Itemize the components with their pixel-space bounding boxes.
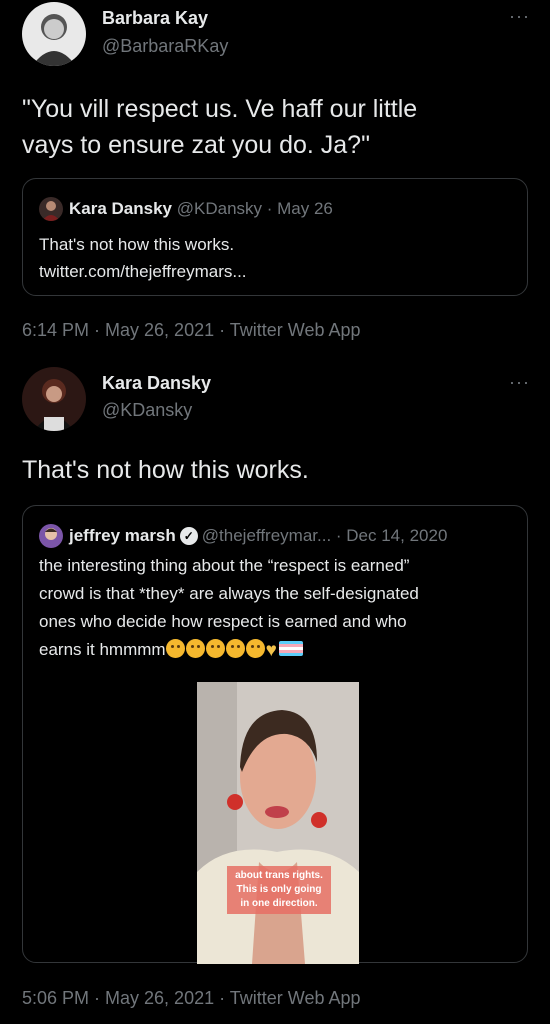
video-caption-line: in one direction. bbox=[240, 898, 318, 909]
quoted-text-line: That's not how this works. bbox=[39, 235, 235, 254]
thinking-face-emoji-icon bbox=[205, 639, 225, 658]
verified-badge-icon: ✓ bbox=[179, 527, 198, 545]
video-caption-line: This is only going bbox=[236, 884, 322, 895]
quoted-tweet[interactable]: jeffrey marsh ✓ @thejeffreymar... · Dec 14… bbox=[22, 505, 528, 964]
transgender-flag-emoji-icon bbox=[278, 641, 303, 656]
quoted-text-line: the interesting thing about the “respect… bbox=[39, 556, 410, 575]
tweet-text: That's not how this works. bbox=[22, 456, 309, 484]
video-caption-line: about trans rights. bbox=[235, 870, 323, 881]
quoted-author-name: Kara Dansky bbox=[69, 199, 173, 218]
quoted-tweet[interactable]: Kara Dansky @KDansky · May 26 That's not… bbox=[22, 178, 528, 296]
author-handle[interactable]: @BarbaraRKay bbox=[102, 36, 228, 57]
quoted-link[interactable]: twitter.com/thejeffreymars... bbox=[39, 258, 247, 285]
video-caption: about trans rights. This is only going i… bbox=[227, 866, 331, 914]
thinking-face-emoji-icon bbox=[245, 639, 265, 658]
video-thumbnail[interactable]: about trans rights. This is only going i… bbox=[197, 682, 359, 964]
avatar bbox=[39, 524, 63, 548]
quoted-author-meta: @thejeffreymar... · Dec 14, 2020 bbox=[201, 526, 448, 545]
tweet-text: "You vill respect us. Ve haff our little… bbox=[22, 91, 532, 163]
quoted-tweet-header: Kara Dansky @KDansky · May 26 bbox=[39, 197, 333, 221]
quoted-tweet-text: the interesting thing about the “respect… bbox=[39, 552, 419, 665]
quoted-tweet-text: That's not how this works. twitter.com/t… bbox=[39, 231, 247, 285]
more-options-icon[interactable]: ··· bbox=[509, 6, 530, 27]
quoted-tweet-header: jeffrey marsh ✓ @thejeffreymar... · Dec 14… bbox=[39, 524, 447, 548]
quoted-text-line-4: earns it hmmmm ♥ bbox=[39, 636, 419, 665]
tweet-barbara-kay: Barbara Kay @BarbaraRKay ··· "You vill r… bbox=[0, 0, 550, 360]
yellow-heart-emoji-icon: ♥ bbox=[265, 640, 277, 661]
avatar[interactable] bbox=[22, 2, 86, 66]
avatar bbox=[39, 197, 63, 221]
quoted-text-line: earns it hmmmm bbox=[39, 640, 166, 659]
author-name[interactable]: Kara Dansky bbox=[102, 373, 211, 394]
quoted-text-line: crowd is that *they* are always the self… bbox=[39, 584, 419, 603]
thinking-face-emoji-icon bbox=[225, 639, 245, 658]
tweet-timestamp[interactable]: 5:06 PM · May 26, 2021 · Twitter Web App bbox=[22, 988, 361, 1009]
tweet-text-line: vays to ensure zat you do. Ja?" bbox=[22, 131, 370, 159]
more-options-icon[interactable]: ··· bbox=[509, 372, 530, 393]
author-handle[interactable]: @KDansky bbox=[102, 400, 192, 421]
quoted-author-name: jeffrey marsh bbox=[69, 526, 176, 545]
thinking-face-emoji-icon bbox=[185, 639, 205, 658]
tweet-timestamp[interactable]: 6:14 PM · May 26, 2021 · Twitter Web App bbox=[22, 320, 361, 341]
thinking-face-emoji-icon bbox=[165, 639, 185, 658]
avatar[interactable] bbox=[22, 367, 86, 431]
tweet-text-line: "You vill respect us. Ve haff our little bbox=[22, 95, 418, 123]
quoted-author-meta: @KDansky · May 26 bbox=[176, 199, 333, 218]
author-name[interactable]: Barbara Kay bbox=[102, 8, 208, 29]
quoted-text-line: ones who decide how respect is earned an… bbox=[39, 612, 407, 631]
tweet-kara-dansky: Kara Dansky @KDansky ··· That's not how … bbox=[0, 364, 550, 1024]
